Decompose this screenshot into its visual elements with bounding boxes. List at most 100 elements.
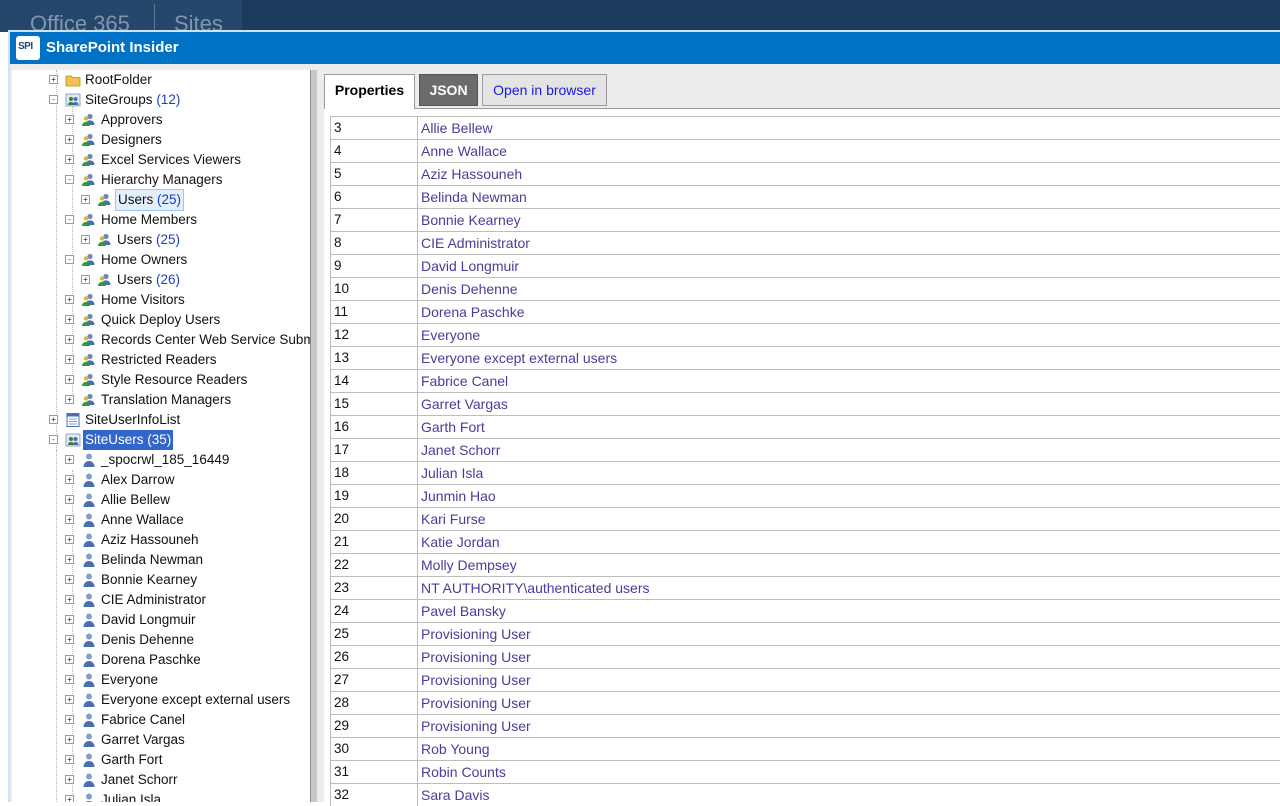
tree-node[interactable]: + Quick Deploy Users	[12, 310, 310, 330]
table-row[interactable]: 18 Julian Isla	[330, 461, 1280, 484]
tree-node-label[interactable]: Allie Bellew	[101, 490, 170, 510]
expand-icon[interactable]: +	[65, 655, 74, 664]
tree-node[interactable]: - Hierarchy Managers	[12, 170, 310, 190]
tab-open-in-browser[interactable]: Open in browser	[482, 74, 607, 106]
tree-node[interactable]: - Home Members	[12, 210, 310, 230]
table-row[interactable]: 17 Janet Schorr	[330, 438, 1280, 461]
collapse-icon[interactable]: -	[65, 175, 74, 184]
collapse-icon[interactable]: -	[65, 255, 74, 264]
tree-node[interactable]: + Denis Dehenne	[12, 630, 310, 650]
user-name-link[interactable]: Bonnie Kearney	[418, 209, 521, 231]
tree-node[interactable]: + SiteUserInfoList	[12, 410, 310, 430]
user-name-link[interactable]: Fabrice Canel	[418, 370, 508, 392]
tree-node-label[interactable]: Excel Services Viewers	[101, 150, 241, 170]
tree-node[interactable]: + Style Resource Readers	[12, 370, 310, 390]
tree-node[interactable]: + CIE Administrator	[12, 590, 310, 610]
user-name-link[interactable]: Provisioning User	[418, 692, 531, 714]
tree-node[interactable]: + Allie Bellew	[12, 490, 310, 510]
user-name-link[interactable]: Janet Schorr	[418, 439, 500, 461]
table-row[interactable]: 4 Anne Wallace	[330, 139, 1280, 162]
tree-node-label[interactable]: _spocrwl_185_16449	[101, 450, 229, 470]
tree-node-label[interactable]: Users (25)	[117, 230, 180, 250]
user-name-link[interactable]: Aziz Hassouneh	[418, 163, 522, 185]
expand-icon[interactable]: +	[65, 395, 74, 404]
table-row[interactable]: 26 Provisioning User	[330, 645, 1280, 668]
user-name-link[interactable]: Dorena Paschke	[418, 301, 525, 323]
expand-icon[interactable]: +	[65, 775, 74, 784]
object-tree[interactable]: + RootFolder - SiteGroups (12) + Approvers + De…	[12, 70, 311, 802]
tree-node-label[interactable]: Garth Fort	[101, 750, 163, 770]
tree-node-label[interactable]: Alex Darrow	[101, 470, 175, 490]
tree-node-label[interactable]: Home Visitors	[101, 290, 185, 310]
pane-splitter[interactable]	[310, 70, 317, 802]
table-row[interactable]: 12 Everyone	[330, 323, 1280, 346]
user-name-link[interactable]: Garth Fort	[418, 416, 485, 438]
tree-node[interactable]: + Approvers	[12, 110, 310, 130]
table-row[interactable]: 29 Provisioning User	[330, 714, 1280, 737]
tree-node[interactable]: + Excel Services Viewers	[12, 150, 310, 170]
user-name-link[interactable]: Garret Vargas	[418, 393, 508, 415]
tree-node[interactable]: + Everyone except external users	[12, 690, 310, 710]
tab-json[interactable]: JSON	[419, 74, 478, 106]
tree-node-label[interactable]: Users (25)	[115, 189, 185, 211]
expand-icon[interactable]: +	[65, 115, 74, 124]
user-name-link[interactable]: Provisioning User	[418, 715, 531, 737]
tree-node-label[interactable]: Records Center Web Service Subm	[101, 330, 310, 350]
tree-node[interactable]: + Julian Isla	[12, 790, 310, 802]
table-row[interactable]: 7 Bonnie Kearney	[330, 208, 1280, 231]
table-row[interactable]: 9 David Longmuir	[330, 254, 1280, 277]
tree-node[interactable]: + Records Center Web Service Subm	[12, 330, 310, 350]
user-name-link[interactable]: Anne Wallace	[418, 140, 507, 162]
user-name-link[interactable]: Katie Jordan	[418, 531, 500, 553]
user-name-link[interactable]: Everyone	[418, 324, 480, 346]
user-name-link[interactable]: Provisioning User	[418, 623, 531, 645]
tree-node-label[interactable]: Everyone except external users	[101, 690, 290, 710]
user-name-link[interactable]: Belinda Newman	[418, 186, 527, 208]
tree-node-label[interactable]: Julian Isla	[101, 790, 161, 802]
table-row[interactable]: 27 Provisioning User	[330, 668, 1280, 691]
tree-node-label[interactable]: RootFolder	[85, 70, 152, 90]
expand-icon[interactable]: +	[65, 455, 74, 464]
table-row[interactable]: 19 Junmin Hao	[330, 484, 1280, 507]
tree-node-label[interactable]: Restricted Readers	[101, 350, 217, 370]
tree-node[interactable]: + Garret Vargas	[12, 730, 310, 750]
tree-node[interactable]: + Belinda Newman	[12, 550, 310, 570]
user-name-link[interactable]: Junmin Hao	[418, 485, 496, 507]
tree-node[interactable]: + Users (25)	[12, 230, 310, 250]
o365-title[interactable]: Office 365	[30, 10, 130, 32]
table-row[interactable]: 22 Molly Dempsey	[330, 553, 1280, 576]
tree-node-label[interactable]: Designers	[101, 130, 162, 150]
user-name-link[interactable]: CIE Administrator	[418, 232, 530, 254]
tree-node-label[interactable]: Belinda Newman	[101, 550, 203, 570]
tree-node-label[interactable]: Home Members	[101, 210, 197, 230]
tree-node-label[interactable]: David Longmuir	[101, 610, 196, 630]
collapse-icon[interactable]: -	[49, 435, 58, 444]
tree-node[interactable]: + Garth Fort	[12, 750, 310, 770]
expand-icon[interactable]: +	[49, 75, 58, 84]
expand-icon[interactable]: +	[81, 275, 90, 284]
tree-node-label[interactable]: SiteGroups (12)	[85, 90, 180, 110]
expand-icon[interactable]: +	[65, 315, 74, 324]
table-row[interactable]: 20 Kari Furse	[330, 507, 1280, 530]
tree-node[interactable]: + Alex Darrow	[12, 470, 310, 490]
expand-icon[interactable]: +	[65, 335, 74, 344]
tree-node-label[interactable]: Fabrice Canel	[101, 710, 185, 730]
user-name-link[interactable]: Allie Bellew	[418, 117, 493, 139]
user-name-link[interactable]: Robin Counts	[418, 761, 506, 783]
tree-node-label[interactable]: Everyone	[101, 670, 158, 690]
tree-node[interactable]: + Users (26)	[12, 270, 310, 290]
table-row[interactable]: 15 Garret Vargas	[330, 392, 1280, 415]
table-row[interactable]: 3 Allie Bellew	[330, 116, 1280, 139]
tree-node-label[interactable]: Janet Schorr	[101, 770, 178, 790]
tree-node-label[interactable]: SiteUserInfoList	[85, 410, 180, 430]
collapse-icon[interactable]: -	[65, 215, 74, 224]
user-name-link[interactable]: NT AUTHORITY\authenticated users	[418, 577, 650, 599]
table-row[interactable]: 10 Denis Dehenne	[330, 277, 1280, 300]
table-row[interactable]: 13 Everyone except external users	[330, 346, 1280, 369]
table-row[interactable]: 24 Pavel Bansky	[330, 599, 1280, 622]
expand-icon[interactable]: +	[65, 135, 74, 144]
expand-icon[interactable]: +	[65, 735, 74, 744]
expand-icon[interactable]: +	[65, 595, 74, 604]
expand-icon[interactable]: +	[65, 635, 74, 644]
table-row[interactable]: 5 Aziz Hassouneh	[330, 162, 1280, 185]
